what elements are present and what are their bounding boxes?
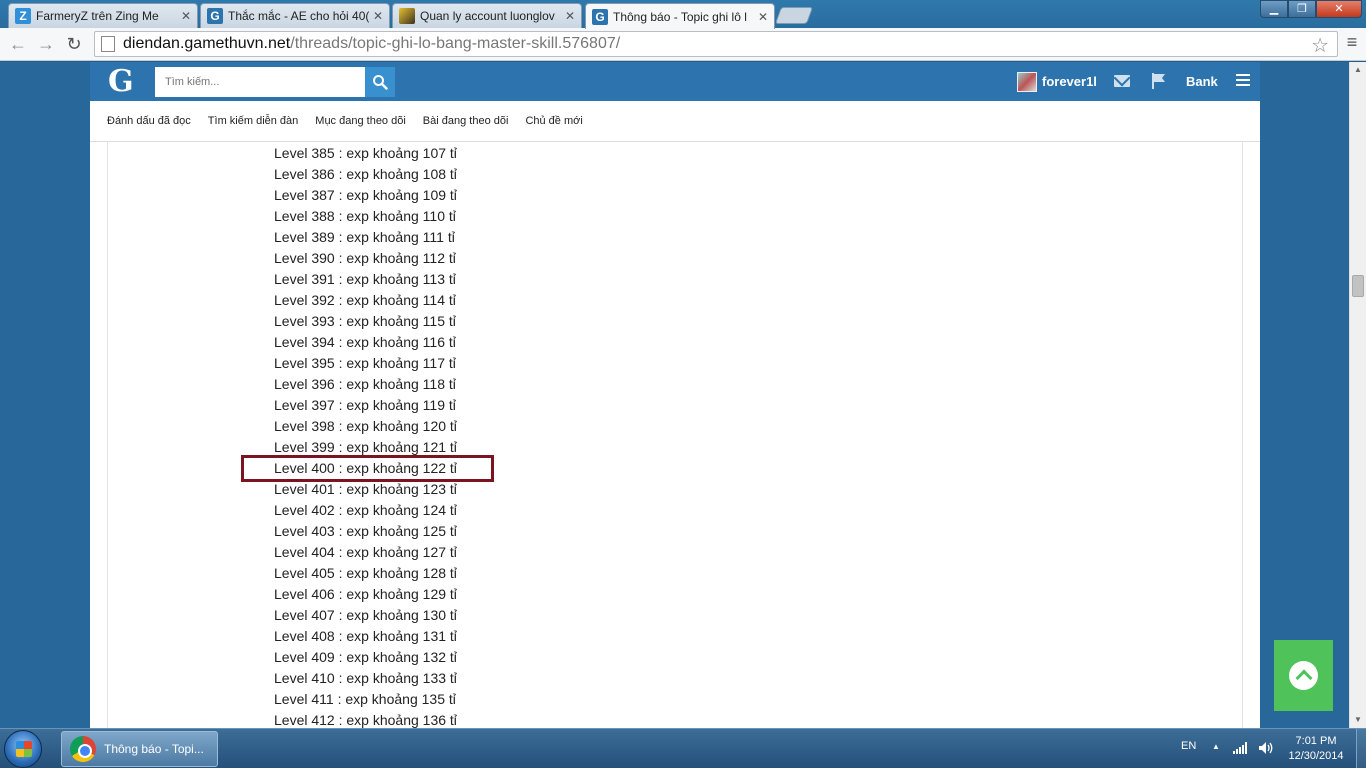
list-item: Level 406 : exp khoảng 129 tỉ — [274, 586, 457, 602]
site-logo[interactable]: G — [108, 64, 134, 99]
search-input[interactable] — [155, 67, 365, 97]
scroll-down-arrow-icon[interactable]: ▼ — [1350, 712, 1366, 728]
bank-link[interactable]: Bank — [1186, 74, 1218, 89]
scroll-to-top-button[interactable] — [1274, 640, 1333, 711]
gamethu-favicon-icon: G — [207, 8, 223, 24]
tab-close-icon[interactable]: ✕ — [565, 9, 575, 23]
language-indicator[interactable]: EN — [1181, 740, 1196, 752]
system-clock[interactable]: 7:01 PM 12/30/2014 — [1282, 734, 1350, 764]
network-signal-icon[interactable] — [1233, 742, 1249, 754]
start-button[interactable] — [4, 730, 42, 768]
taskbar-chrome-window[interactable]: Thông báo - Topi... — [61, 731, 218, 767]
post-body: Level 385 : exp khoảng 107 tỉ Level 386 :… — [107, 142, 1243, 728]
list-item: Level 392 : exp khoảng 114 tỉ — [274, 292, 456, 308]
chrome-icon — [70, 736, 96, 762]
browser-tab[interactable]: Z FarmeryZ trên Zing Me ✕ — [8, 3, 198, 28]
tab-title: Thắc mắc - AE cho hỏi 40( — [228, 9, 369, 23]
bookmark-star-icon[interactable]: ☆ — [1311, 33, 1329, 58]
nav-new-threads[interactable]: Chủ đề mới — [525, 115, 582, 127]
window-restore-button[interactable]: ❐ — [1288, 0, 1316, 18]
list-item: Level 391 : exp khoảng 113 tỉ — [274, 271, 456, 287]
volume-icon[interactable] — [1258, 741, 1274, 755]
flag-icon[interactable] — [1150, 72, 1168, 90]
mail-icon[interactable] — [1114, 75, 1130, 87]
list-item: Level 393 : exp khoảng 115 tỉ — [274, 313, 456, 329]
list-item: Level 387 : exp khoảng 109 tỉ — [274, 187, 457, 203]
show-desktop-button[interactable] — [1356, 729, 1366, 768]
site-header: G forever1l Bank — [90, 62, 1260, 101]
window-close-button[interactable]: ✕ — [1316, 0, 1362, 18]
taskbar-window-label: Thông báo - Topi... — [104, 742, 204, 756]
list-item: Level 396 : exp khoảng 118 tỉ — [274, 376, 456, 392]
scroll-up-arrow-icon[interactable]: ▲ — [1350, 62, 1366, 78]
url-domain: diendan.gamethuvn.net — [123, 35, 291, 52]
avatar[interactable] — [1017, 72, 1037, 92]
new-tab-button[interactable] — [774, 7, 814, 24]
browser-tab-strip: Z FarmeryZ trên Zing Me ✕ G Thắc mắc - A… — [0, 0, 1366, 29]
list-item: Level 403 : exp khoảng 125 tỉ — [274, 523, 457, 539]
list-item: Level 401 : exp khoảng 123 tỉ — [274, 481, 457, 497]
list-item: Level 404 : exp khoảng 127 tỉ — [274, 544, 457, 560]
browser-menu-icon[interactable]: ≡ — [1342, 32, 1362, 56]
clock-date: 12/30/2014 — [1288, 750, 1344, 762]
taskbar: Thông báo - Topi... EN ▲ 7:01 PM 12/30/2… — [0, 728, 1366, 768]
show-hidden-icons-icon[interactable]: ▲ — [1212, 742, 1220, 751]
list-item: Level 394 : exp khoảng 116 tỉ — [274, 334, 456, 350]
tab-close-icon[interactable]: ✕ — [181, 9, 191, 23]
tab-title: FarmeryZ trên Zing Me — [36, 9, 159, 23]
sub-navigation: Đánh dấu đã đọc Tìm kiếm diễn đàn Mục đa… — [90, 101, 1260, 142]
nav-search-forum[interactable]: Tìm kiếm diễn đàn — [208, 115, 298, 127]
list-item: Level 397 : exp khoảng 119 tỉ — [274, 397, 456, 413]
search-button[interactable] — [365, 67, 395, 97]
hamburger-menu-icon[interactable] — [1236, 74, 1250, 86]
list-item: Level 409 : exp khoảng 132 tỉ — [274, 649, 457, 665]
list-item: Level 407 : exp khoảng 130 tỉ — [274, 607, 457, 623]
vertical-scrollbar[interactable]: ▲ ▼ — [1349, 62, 1366, 728]
nav-mark-read[interactable]: Đánh dấu đã đọc — [107, 115, 191, 127]
tab-close-icon[interactable]: ✕ — [758, 10, 768, 24]
list-item: Level 390 : exp khoảng 112 tỉ — [274, 250, 456, 266]
level-exp-list: Level 385 : exp khoảng 107 tỉ Level 386 :… — [274, 142, 457, 728]
list-item: Level 410 : exp khoảng 133 tỉ — [274, 670, 457, 686]
back-arrow-icon[interactable]: ← — [6, 32, 30, 56]
list-item: Level 389 : exp khoảng 111 tỉ — [274, 229, 455, 245]
page-icon — [101, 36, 115, 52]
gamethu-favicon-icon: G — [592, 8, 608, 25]
scrollbar-thumb[interactable] — [1352, 275, 1364, 297]
tab-title: Quan ly account luonglov — [420, 9, 555, 23]
list-item: Level 385 : exp khoảng 107 tỉ — [274, 145, 457, 161]
list-item: Level 412 : exp khoảng 136 tỉ — [274, 712, 457, 728]
username-link[interactable]: forever1l — [1042, 74, 1097, 89]
nav-watched-threads[interactable]: Bài đang theo dõi — [423, 115, 509, 127]
search-icon — [373, 75, 388, 90]
list-item: Level 395 : exp khoảng 117 tỉ — [274, 355, 456, 371]
list-item: Level 388 : exp khoảng 110 tỉ — [274, 208, 456, 224]
list-item: Level 398 : exp khoảng 120 tỉ — [274, 418, 457, 434]
zing-favicon-icon: Z — [15, 8, 31, 24]
post-content: Level 385 : exp khoảng 107 tỉ Level 386 :… — [90, 142, 1260, 728]
browser-tab-active[interactable]: G Thông báo - Topic ghi lô l ✕ — [585, 3, 775, 29]
chevron-up-icon — [1289, 661, 1318, 690]
address-bar[interactable]: diendan.gamethuvn.net/threads/topic-ghi-… — [94, 31, 1338, 57]
tab-close-icon[interactable]: ✕ — [373, 9, 383, 23]
reload-icon[interactable]: ↻ — [62, 32, 86, 56]
forward-arrow-icon[interactable]: → — [34, 32, 58, 56]
clock-time: 7:01 PM — [1295, 735, 1337, 747]
browser-tab[interactable]: Quan ly account luonglov ✕ — [392, 3, 582, 28]
highlight-box — [241, 455, 494, 482]
list-item: Level 402 : exp khoảng 124 tỉ — [274, 502, 457, 518]
browser-tab[interactable]: G Thắc mắc - AE cho hỏi 40( ✕ — [200, 3, 390, 28]
list-item: Level 386 : exp khoảng 108 tỉ — [274, 166, 457, 182]
window-minimize-button[interactable]: ▁ — [1260, 0, 1288, 18]
page-viewport: G forever1l Bank Đánh dấu đã đọc Tìm kiế… — [0, 62, 1349, 728]
list-item: Level 411 : exp khoảng 135 tỉ — [274, 691, 456, 707]
account-favicon-icon — [399, 8, 415, 24]
url-path: /threads/topic-ghi-lo-bang-master-skill.… — [290, 35, 621, 52]
list-item: Level 405 : exp khoảng 128 tỉ — [274, 565, 457, 581]
nav-watched-forums[interactable]: Mục đang theo dõi — [315, 115, 406, 127]
list-item: Level 408 : exp khoảng 131 tỉ — [274, 628, 457, 644]
tab-title: Thông báo - Topic ghi lô l — [613, 9, 747, 24]
browser-toolbar: ← → ↻ diendan.gamethuvn.net/threads/topi… — [0, 28, 1366, 61]
